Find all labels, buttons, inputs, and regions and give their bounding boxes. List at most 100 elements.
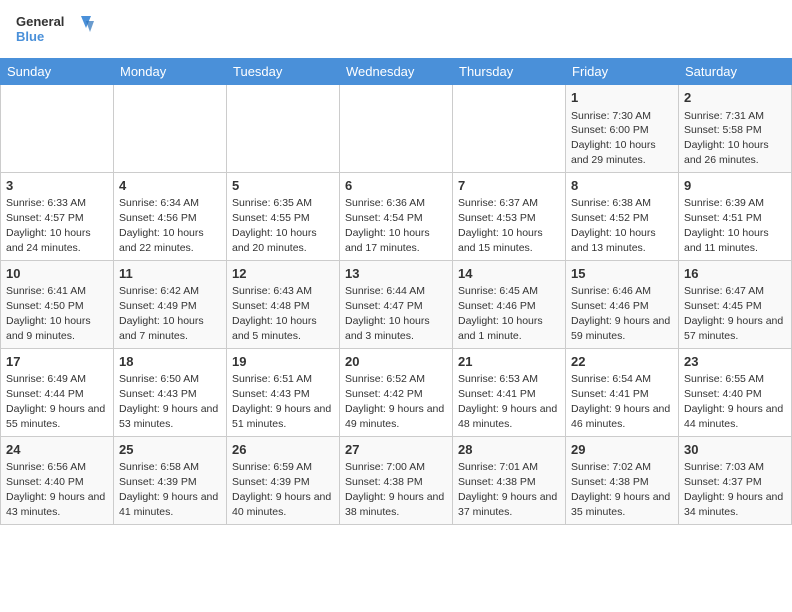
day-info: Sunrise: 6:44 AM Sunset: 4:47 PM Dayligh…: [345, 285, 430, 342]
day-info: Sunrise: 6:33 AM Sunset: 4:57 PM Dayligh…: [6, 197, 91, 254]
day-info: Sunrise: 6:46 AM Sunset: 4:46 PM Dayligh…: [571, 285, 670, 342]
day-number: 2: [684, 89, 786, 107]
weekday-header-row: SundayMondayTuesdayWednesdayThursdayFrid…: [1, 59, 792, 85]
day-info: Sunrise: 6:59 AM Sunset: 4:39 PM Dayligh…: [232, 461, 331, 518]
calendar-cell: [1, 85, 114, 173]
calendar-cell: 21Sunrise: 6:53 AM Sunset: 4:41 PM Dayli…: [453, 348, 566, 436]
day-number: 22: [571, 353, 673, 371]
day-number: 14: [458, 265, 560, 283]
day-info: Sunrise: 7:03 AM Sunset: 4:37 PM Dayligh…: [684, 461, 783, 518]
day-number: 9: [684, 177, 786, 195]
calendar-cell: 3Sunrise: 6:33 AM Sunset: 4:57 PM Daylig…: [1, 172, 114, 260]
day-number: 11: [119, 265, 221, 283]
week-row-1: 1Sunrise: 7:30 AM Sunset: 6:00 PM Daylig…: [1, 85, 792, 173]
day-info: Sunrise: 6:42 AM Sunset: 4:49 PM Dayligh…: [119, 285, 204, 342]
calendar-cell: 18 Sunrise: 6:50 AM Sunset: 4:43 PM Dayli…: [114, 348, 227, 436]
day-info: Sunrise: 7:01 AM Sunset: 4:38 PM Dayligh…: [458, 461, 557, 518]
logo-svg: General Blue: [16, 12, 96, 48]
day-info: Sunrise: 6:35 AM Sunset: 4:55 PM Dayligh…: [232, 197, 317, 254]
calendar-cell: [340, 85, 453, 173]
day-info: Sunrise: 6:37 AM Sunset: 4:53 PM Dayligh…: [458, 197, 543, 254]
weekday-header-monday: Monday: [114, 59, 227, 85]
calendar-cell: [227, 85, 340, 173]
day-number: 23: [684, 353, 786, 371]
calendar-cell: 12Sunrise: 6:43 AM Sunset: 4:48 PM Dayli…: [227, 260, 340, 348]
page-header: General Blue: [0, 0, 792, 52]
day-info: Sunrise: 6:58 AM Sunset: 4:39 PM Dayligh…: [119, 461, 218, 518]
day-info: Sunrise: 6:36 AM Sunset: 4:54 PM Dayligh…: [345, 197, 430, 254]
calendar-cell: [453, 85, 566, 173]
day-number: 15: [571, 265, 673, 283]
day-info: Sunrise: 6:52 AM Sunset: 4:42 PM Dayligh…: [345, 373, 444, 430]
day-number: 18: [119, 353, 221, 371]
day-number: 24: [6, 441, 108, 459]
calendar-cell: 29Sunrise: 7:02 AM Sunset: 4:38 PM Dayli…: [566, 436, 679, 524]
day-info: Sunrise: 6:38 AM Sunset: 4:52 PM Dayligh…: [571, 197, 656, 254]
day-info: Sunrise: 6:55 AM Sunset: 4:40 PM Dayligh…: [684, 373, 783, 430]
day-info: Sunrise: 6:47 AM Sunset: 4:45 PM Dayligh…: [684, 285, 783, 342]
week-row-2: 3Sunrise: 6:33 AM Sunset: 4:57 PM Daylig…: [1, 172, 792, 260]
calendar-cell: 14 Sunrise: 6:45 AM Sunset: 4:46 PM Dayli…: [453, 260, 566, 348]
calendar-cell: 4Sunrise: 6:34 AM Sunset: 4:56 PM Daylig…: [114, 172, 227, 260]
day-info: Sunrise: 6:50 AM Sunset: 4:43 PM Dayligh…: [119, 373, 218, 430]
day-number: 25: [119, 441, 221, 459]
day-number: 5: [232, 177, 334, 195]
calendar-cell: 8 Sunrise: 6:38 AM Sunset: 4:52 PM Daylig…: [566, 172, 679, 260]
calendar-cell: 2Sunrise: 7:31 AM Sunset: 5:58 PM Daylig…: [679, 85, 792, 173]
day-number: 8: [571, 177, 673, 195]
weekday-header-thursday: Thursday: [453, 59, 566, 85]
calendar-cell: 19 Sunrise: 6:51 AM Sunset: 4:43 PM Dayli…: [227, 348, 340, 436]
calendar-cell: 9 Sunrise: 6:39 AM Sunset: 4:51 PM Daylig…: [679, 172, 792, 260]
day-info: Sunrise: 7:00 AM Sunset: 4:38 PM Dayligh…: [345, 461, 444, 518]
calendar-cell: 17 Sunrise: 6:49 AM Sunset: 4:44 PM Dayli…: [1, 348, 114, 436]
calendar-cell: 30 Sunrise: 7:03 AM Sunset: 4:37 PM Dayli…: [679, 436, 792, 524]
calendar-cell: 6Sunrise: 6:36 AM Sunset: 4:54 PM Daylig…: [340, 172, 453, 260]
day-info: Sunrise: 6:54 AM Sunset: 4:41 PM Dayligh…: [571, 373, 670, 430]
calendar-cell: 25 Sunrise: 6:58 AM Sunset: 4:39 PM Dayli…: [114, 436, 227, 524]
day-number: 28: [458, 441, 560, 459]
day-number: 17: [6, 353, 108, 371]
day-info: Sunrise: 6:34 AM Sunset: 4:56 PM Dayligh…: [119, 197, 204, 254]
calendar-cell: 5 Sunrise: 6:35 AM Sunset: 4:55 PM Daylig…: [227, 172, 340, 260]
day-info: Sunrise: 6:41 AM Sunset: 4:50 PM Dayligh…: [6, 285, 91, 342]
day-info: Sunrise: 6:45 AM Sunset: 4:46 PM Dayligh…: [458, 285, 543, 342]
day-number: 20: [345, 353, 447, 371]
calendar-table: SundayMondayTuesdayWednesdayThursdayFrid…: [0, 58, 792, 525]
day-info: Sunrise: 6:39 AM Sunset: 4:51 PM Dayligh…: [684, 197, 769, 254]
calendar-cell: 1Sunrise: 7:30 AM Sunset: 6:00 PM Daylig…: [566, 85, 679, 173]
weekday-header-sunday: Sunday: [1, 59, 114, 85]
day-number: 26: [232, 441, 334, 459]
day-info: Sunrise: 6:43 AM Sunset: 4:48 PM Dayligh…: [232, 285, 317, 342]
day-info: Sunrise: 6:56 AM Sunset: 4:40 PM Dayligh…: [6, 461, 105, 518]
day-number: 30: [684, 441, 786, 459]
svg-text:Blue: Blue: [16, 29, 44, 44]
calendar-cell: 27 Sunrise: 7:00 AM Sunset: 4:38 PM Dayli…: [340, 436, 453, 524]
calendar-cell: [114, 85, 227, 173]
week-row-3: 10 Sunrise: 6:41 AM Sunset: 4:50 PM Dayli…: [1, 260, 792, 348]
calendar-cell: 13 Sunrise: 6:44 AM Sunset: 4:47 PM Dayli…: [340, 260, 453, 348]
weekday-header-wednesday: Wednesday: [340, 59, 453, 85]
day-number: 27: [345, 441, 447, 459]
weekday-header-saturday: Saturday: [679, 59, 792, 85]
calendar-cell: 20 Sunrise: 6:52 AM Sunset: 4:42 PM Dayli…: [340, 348, 453, 436]
day-number: 16: [684, 265, 786, 283]
weekday-header-friday: Friday: [566, 59, 679, 85]
calendar-cell: 16 Sunrise: 6:47 AM Sunset: 4:45 PM Dayli…: [679, 260, 792, 348]
calendar-cell: 26 Sunrise: 6:59 AM Sunset: 4:39 PM Dayli…: [227, 436, 340, 524]
day-info: Sunrise: 6:49 AM Sunset: 4:44 PM Dayligh…: [6, 373, 105, 430]
week-row-4: 17 Sunrise: 6:49 AM Sunset: 4:44 PM Dayli…: [1, 348, 792, 436]
weekday-header-tuesday: Tuesday: [227, 59, 340, 85]
svg-text:General: General: [16, 14, 64, 29]
day-info: Sunrise: 7:02 AM Sunset: 4:38 PM Dayligh…: [571, 461, 670, 518]
day-number: 10: [6, 265, 108, 283]
calendar-cell: 11 Sunrise: 6:42 AM Sunset: 4:49 PM Dayli…: [114, 260, 227, 348]
day-info: Sunrise: 6:51 AM Sunset: 4:43 PM Dayligh…: [232, 373, 331, 430]
day-number: 13: [345, 265, 447, 283]
calendar-cell: 10 Sunrise: 6:41 AM Sunset: 4:50 PM Dayli…: [1, 260, 114, 348]
logo: General Blue: [16, 12, 96, 48]
day-number: 1: [571, 89, 673, 107]
calendar-cell: 28 Sunrise: 7:01 AM Sunset: 4:38 PM Dayli…: [453, 436, 566, 524]
day-number: 19: [232, 353, 334, 371]
week-row-5: 24 Sunrise: 6:56 AM Sunset: 4:40 PM Dayli…: [1, 436, 792, 524]
calendar-cell: 23 Sunrise: 6:55 AM Sunset: 4:40 PM Dayli…: [679, 348, 792, 436]
